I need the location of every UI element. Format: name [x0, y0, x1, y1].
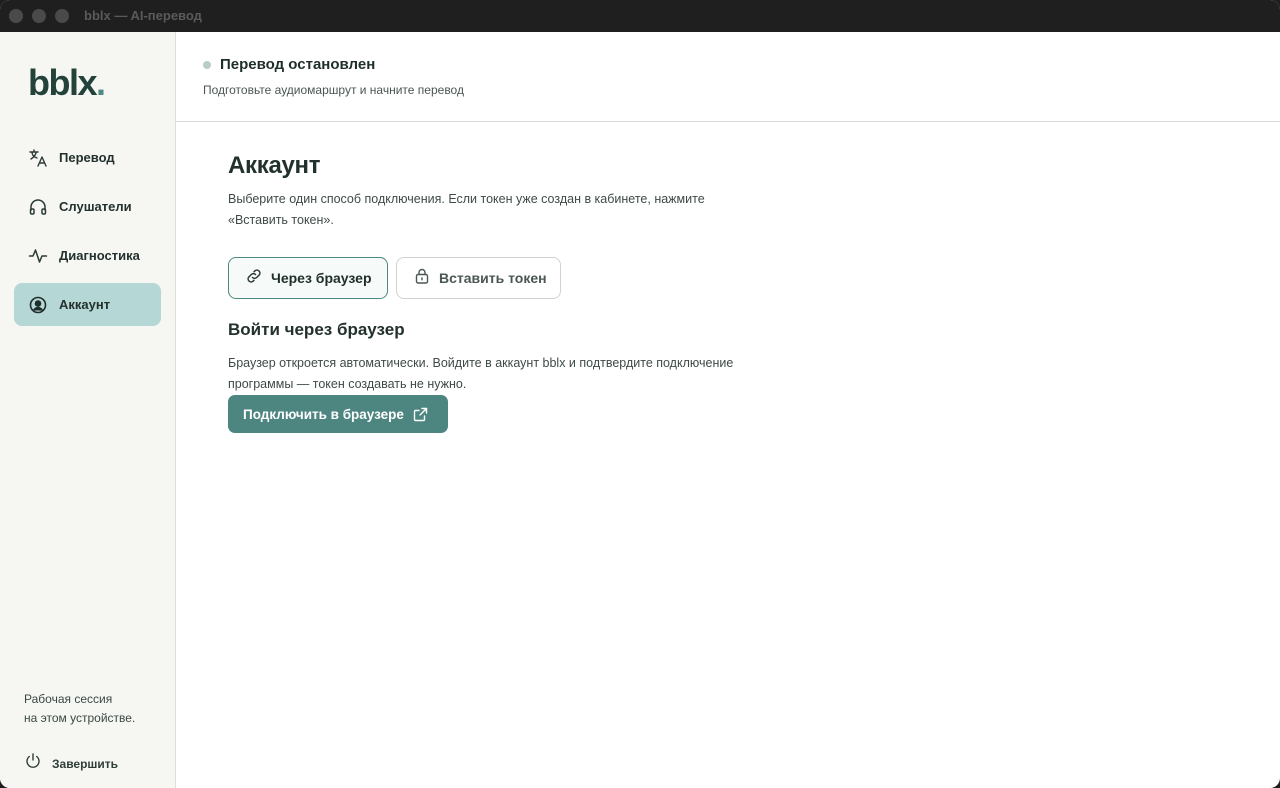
section-description: Браузер откроется автоматически. Войдите… — [228, 356, 734, 391]
account-icon — [27, 294, 49, 316]
section-title: Войти через браузер — [228, 320, 405, 339]
connect-in-browser-button[interactable]: Подключить в браузере — [228, 395, 448, 433]
sidebar-item-translate[interactable]: Перевод — [14, 136, 161, 179]
status-title: Перевод остановлен — [220, 56, 376, 73]
paste-token-option-label: Вставить токен — [439, 270, 547, 286]
sidebar-item-label: Слушатели — [59, 199, 132, 214]
title-bar: bblx — AI-перевод — [0, 0, 1280, 32]
sidebar-item-listeners[interactable]: Слушатели — [14, 185, 161, 228]
activity-icon — [27, 245, 49, 267]
logout-label: Завершить — [52, 756, 119, 771]
sidebar-item-label: Диагностика — [59, 248, 140, 263]
external-link-icon — [413, 407, 428, 422]
session-info: Рабочая сессия на этом устройстве. — [24, 690, 135, 728]
paste-token-option-button[interactable]: Вставить токен — [396, 257, 561, 299]
zoom-window-button[interactable] — [55, 9, 69, 23]
sidebar: bblx. Перевод Слушатели Диагностика Акка… — [0, 32, 176, 788]
power-icon — [24, 752, 42, 775]
browser-option-label: Через браузер — [271, 270, 372, 286]
status-indicator — [203, 61, 211, 69]
page-description: Выберите один способ подключения. Если т… — [228, 192, 705, 227]
sidebar-item-account[interactable]: Аккаунт — [14, 283, 161, 326]
logout-button[interactable]: Завершить — [24, 752, 118, 775]
app-window: bblx — AI-перевод bblx. Перевод Слушател… — [0, 0, 1280, 788]
session-line-2: на этом устройстве. — [24, 711, 136, 725]
lock-icon — [413, 267, 431, 290]
sidebar-item-label: Аккаунт — [59, 297, 111, 312]
close-window-button[interactable] — [9, 9, 23, 23]
minimize-window-button[interactable] — [32, 9, 46, 23]
link-icon — [245, 267, 263, 290]
headphones-icon — [27, 196, 49, 218]
page-title: Аккаунт — [228, 152, 321, 179]
sidebar-item-diagnostics[interactable]: Диагностика — [14, 234, 161, 277]
window-title: bblx — AI-перевод — [84, 8, 202, 23]
session-line-1: Рабочая сессия — [24, 692, 113, 706]
app-logo: bblx. — [28, 62, 106, 103]
status-subtitle: Подготовьте аудиомаршрут и начните перев… — [203, 83, 464, 97]
browser-option-button[interactable]: Через браузер — [228, 257, 388, 299]
sidebar-item-label: Перевод — [59, 150, 115, 165]
translate-icon — [27, 147, 49, 169]
sidebar-nav: Перевод Слушатели Диагностика Аккаунт — [14, 136, 161, 332]
connect-button-label: Подключить в браузере — [243, 406, 404, 422]
status-header: Перевод остановлен Подготовьте аудиомарш… — [176, 32, 1280, 122]
